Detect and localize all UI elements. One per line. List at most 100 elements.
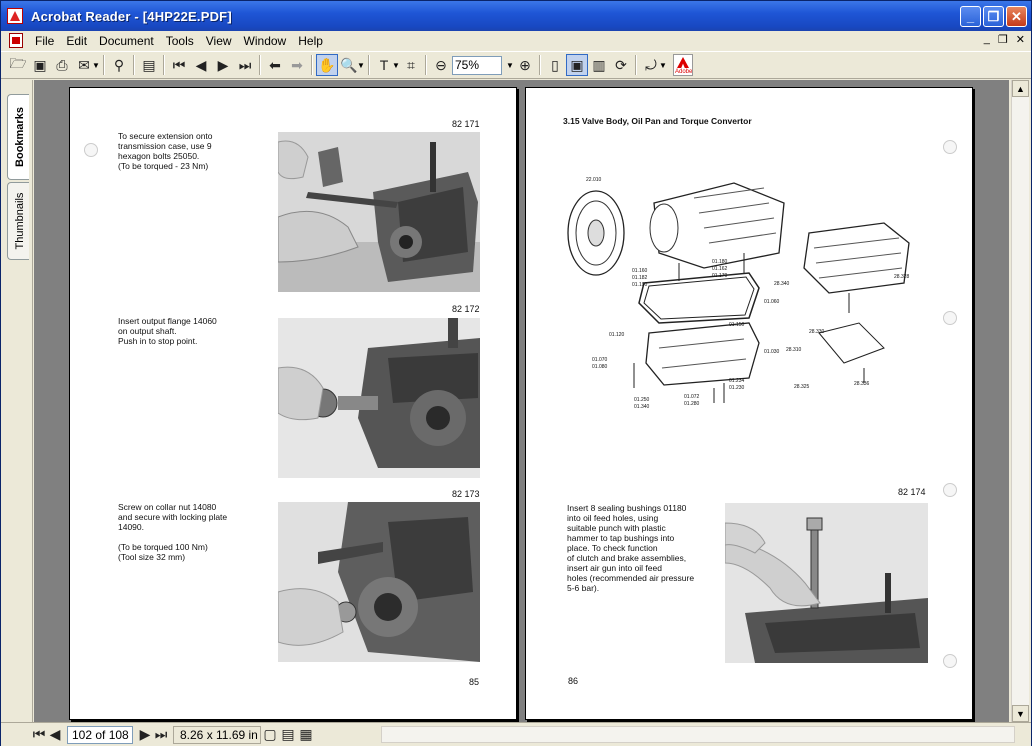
exploded-diagram: 22.010 01.180 01.162 01.170 01.160 01.18…	[567, 177, 910, 410]
svg-text:01.230: 01.230	[729, 385, 745, 391]
toolbar: 🗁 ▣ ⎙ ✉ ▼ ⚲ ▤ ⏮ ◀ ▶ ⏭ ⬅ ➡ ✋ 🔍 ▼ T ▼ ⌗ ⊖ …	[1, 51, 1031, 79]
zoom-level-input[interactable]: 75%	[452, 55, 502, 75]
fit-page-icon[interactable]: ▣	[566, 54, 588, 76]
step-text: To secure extension onto transmission ca…	[118, 131, 213, 171]
punch-hole	[943, 654, 957, 668]
svg-text:01.250: 01.250	[634, 397, 650, 403]
document-icon[interactable]	[9, 33, 23, 48]
doc-restore-button[interactable]: ❐	[998, 33, 1008, 46]
page-number-input[interactable]: 102 of 108	[67, 725, 133, 744]
page-left: To secure extension onto transmission ca…	[69, 87, 517, 720]
tab-bookmarks-label: Bookmarks	[14, 107, 26, 167]
punch-hole	[943, 140, 957, 154]
window-title: Acrobat Reader - [4HP22E.PDF]	[31, 8, 232, 24]
actual-size-icon[interactable]: ▯	[544, 54, 566, 76]
svg-text:28.336: 28.336	[854, 381, 870, 387]
figure-number: 82 174	[898, 487, 926, 497]
acrobat-app-icon[interactable]	[7, 8, 23, 24]
step-text: Insert output flange 14060 on output sha…	[118, 316, 217, 346]
tab-bookmarks[interactable]: Bookmarks	[7, 94, 29, 180]
side-tabs-panel: Bookmarks Thumbnails	[1, 80, 33, 722]
photo-sealing-bushings	[725, 503, 928, 663]
zoom-in-icon[interactable]: ⊕	[514, 54, 536, 76]
svg-text:01.170: 01.170	[712, 273, 728, 279]
continuous-layout-icon[interactable]: ▤	[279, 724, 297, 746]
svg-text:28.325: 28.325	[794, 384, 810, 390]
menu-help[interactable]: Help	[292, 34, 329, 48]
page-number: 85	[469, 677, 480, 687]
svg-text:01.234: 01.234	[729, 378, 745, 384]
next-page-icon[interactable]: ▶	[212, 54, 234, 76]
snapshot-tool-icon[interactable]: ⌗	[400, 54, 422, 76]
tab-thumbnails[interactable]: Thumbnails	[7, 182, 29, 260]
scroll-up-icon[interactable]: ▲	[1012, 80, 1029, 97]
last-page-icon[interactable]: ⏭	[234, 54, 256, 76]
show-navigation-pane-icon[interactable]: ▤	[138, 54, 160, 76]
svg-text:28.328: 28.328	[894, 274, 910, 280]
go-forward-icon[interactable]: ➡	[286, 54, 308, 76]
restore-button[interactable]: ❐	[983, 6, 1004, 27]
fit-width-icon[interactable]: ▥	[588, 54, 610, 76]
svg-text:01.120: 01.120	[609, 332, 625, 338]
status-bar: ⏮ ◀ 102 of 108 ▶ ⏭ 8.26 x 11.69 in ▢ ▤ ▦	[1, 722, 1031, 746]
svg-text:01.340: 01.340	[634, 404, 650, 410]
svg-text:01.190: 01.190	[632, 282, 648, 288]
print-icon[interactable]: ⎙	[51, 54, 73, 76]
email-dropdown-icon[interactable]: ▼	[92, 61, 100, 70]
single-page-layout-icon[interactable]: ▢	[261, 724, 279, 746]
doc-close-button[interactable]: ✕	[1016, 33, 1025, 46]
adobe-logo-icon[interactable]: Adobe	[673, 54, 693, 76]
zoom-level-dropdown-icon[interactable]: ▼	[506, 61, 514, 70]
photo-extension-bolts	[278, 132, 480, 292]
svg-text:28.330: 28.330	[809, 329, 825, 335]
svg-text:01.160: 01.160	[632, 268, 648, 274]
first-page-status-icon[interactable]: ⏮	[31, 724, 47, 746]
zoom-tool-dropdown-icon[interactable]: ▼	[357, 61, 365, 70]
svg-text:01.280: 01.280	[684, 401, 700, 407]
vertical-scrollbar[interactable]: ▲ ▼	[1011, 80, 1029, 722]
svg-text:01.150: 01.150	[729, 322, 745, 328]
go-back-icon[interactable]: ⬅	[264, 54, 286, 76]
open-folder-icon[interactable]: 🗁	[7, 54, 29, 76]
svg-text:01.060: 01.060	[764, 299, 780, 305]
rotate-dropdown-icon[interactable]: ▼	[659, 61, 667, 70]
previous-page-icon[interactable]: ◀	[190, 54, 212, 76]
last-page-status-icon[interactable]: ⏭	[153, 724, 169, 746]
punch-hole	[84, 143, 98, 157]
hand-tool-icon[interactable]: ✋	[316, 54, 338, 76]
svg-text:01.030: 01.030	[764, 349, 780, 355]
photo-output-flange	[278, 318, 480, 478]
next-page-status-icon[interactable]: ▶	[137, 724, 153, 746]
menu-document[interactable]: Document	[93, 34, 160, 48]
text-select-dropdown-icon[interactable]: ▼	[392, 61, 400, 70]
first-page-icon[interactable]: ⏮	[168, 54, 190, 76]
svg-text:01.070: 01.070	[592, 357, 608, 363]
zoom-out-icon[interactable]: ⊖	[430, 54, 452, 76]
document-view[interactable]: To secure extension onto transmission ca…	[34, 80, 1009, 722]
minimize-button[interactable]: _	[960, 6, 981, 27]
svg-text:28.340: 28.340	[774, 281, 790, 287]
menu-file[interactable]: File	[29, 34, 60, 48]
page-size-display: 8.26 x 11.69 in	[173, 725, 261, 744]
save-icon[interactable]: ▣	[29, 54, 51, 76]
menu-view[interactable]: View	[200, 34, 238, 48]
menu-tools[interactable]: Tools	[160, 34, 200, 48]
page-right: 3.15 Valve Body, Oil Pan and Torque Conv…	[525, 87, 973, 720]
horizontal-scrollbar[interactable]	[381, 726, 1015, 743]
svg-text:01.072: 01.072	[684, 394, 700, 400]
facing-layout-icon[interactable]: ▦	[297, 724, 315, 746]
acrobat-window: Acrobat Reader - [4HP22E.PDF] _ ❐ ✕ File…	[0, 0, 1032, 746]
close-button[interactable]: ✕	[1006, 6, 1027, 27]
svg-text:01.182: 01.182	[632, 275, 648, 281]
scroll-down-icon[interactable]: ▼	[1012, 705, 1029, 722]
prev-page-status-icon[interactable]: ◀	[47, 724, 63, 746]
punch-hole	[943, 311, 957, 325]
punch-hole	[943, 483, 957, 497]
find-binoculars-icon[interactable]: ⚲	[108, 54, 130, 76]
title-bar[interactable]: Acrobat Reader - [4HP22E.PDF] _ ❐ ✕	[1, 1, 1031, 31]
menu-edit[interactable]: Edit	[60, 34, 93, 48]
doc-minimize-button[interactable]: _	[984, 33, 990, 46]
menu-window[interactable]: Window	[238, 34, 293, 48]
rotate-view-icon[interactable]: ⟳	[610, 54, 632, 76]
figure-number: 82 173	[452, 489, 480, 499]
